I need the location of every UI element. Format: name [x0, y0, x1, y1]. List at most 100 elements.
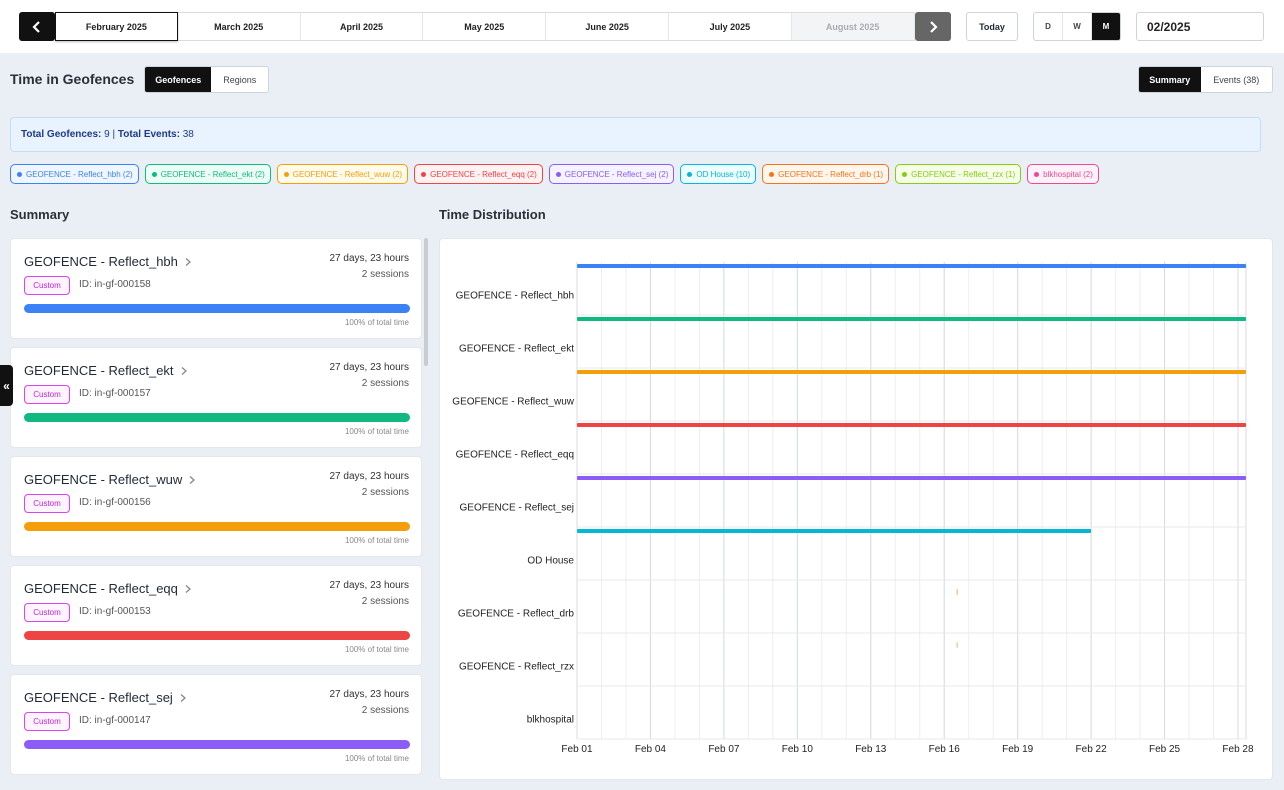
share-progress-bar	[24, 413, 410, 422]
total-geofences-label: Total Geofences:	[21, 129, 102, 140]
geofence-chip[interactable]: GEOFENCE - Reflect_sej (2)	[548, 164, 675, 184]
tab-geofences[interactable]: Geofences	[145, 67, 212, 92]
y-category-label: GEOFENCE - Reflect_eqq	[456, 450, 574, 461]
geofence-chip[interactable]: GEOFENCE - Reflect_eqq (2)	[414, 164, 543, 184]
geofence-summary-card[interactable]: GEOFENCE - Reflect_ekt Custom ID: in-gf-00…	[10, 347, 422, 448]
card-name-text: GEOFENCE - Reflect_sej	[24, 690, 173, 705]
y-category-label: GEOFENCE - Reflect_wuw	[452, 397, 574, 408]
card-duration: 27 days, 23 hours	[329, 362, 410, 373]
x-tick-label: Feb 10	[782, 744, 814, 755]
card-share-label: 100% of total time	[344, 645, 409, 654]
tab-events[interactable]: Events (38)	[1201, 67, 1272, 92]
totals-banner: Total Geofences: 9 | Total Events: 38	[10, 117, 1261, 152]
geofence-chip[interactable]: GEOFENCE - Reflect_rzx (1)	[895, 164, 1022, 184]
x-tick-label: Feb 22	[1076, 744, 1108, 755]
month-tab: August 2025	[791, 13, 915, 40]
summary-title: Summary	[10, 207, 70, 222]
timeline-bar[interactable]	[577, 476, 1246, 480]
geofence-summary-card[interactable]: GEOFENCE - Reflect_sej Custom ID: in-gf-00…	[10, 674, 422, 775]
custom-badge: Custom	[24, 385, 70, 404]
geofence-chip[interactable]: GEOFENCE - Reflect_ekt (2)	[144, 164, 271, 184]
view-mode-d[interactable]: D	[1034, 13, 1063, 40]
card-name-text: GEOFENCE - Reflect_ekt	[24, 363, 174, 378]
chip-label: GEOFENCE - Reflect_rzx (1)	[911, 169, 1016, 179]
timeline-bar[interactable]	[577, 370, 1246, 374]
chip-label: GEOFENCE - Reflect_eqq (2)	[430, 169, 537, 179]
timeline-chart-svg: Feb 01 Feb 04 Feb 07 Feb 10 Feb 13 Feb 16 Feb …	[452, 262, 1254, 755]
color-dot-icon	[151, 171, 157, 177]
collapse-panel-button[interactable]: «	[0, 365, 13, 406]
card-geofence-name[interactable]: GEOFENCE - Reflect_hbh	[24, 254, 192, 269]
total-events-label: Total Events:	[117, 129, 180, 140]
month-tab[interactable]: March 2025	[178, 13, 301, 40]
color-dot-icon	[902, 171, 908, 177]
card-duration: 27 days, 23 hours	[329, 253, 410, 264]
time-distribution-chart: Feb 01 Feb 04 Feb 07 Feb 10 Feb 13 Feb 16 Feb …	[439, 238, 1273, 780]
previous-month-button[interactable]	[19, 12, 55, 41]
custom-badge: Custom	[24, 276, 70, 295]
y-category-label: OD House	[527, 556, 574, 567]
geofence-filter-chips: GEOFENCE - Reflect_hbh (2) GEOFENCE - Ref…	[10, 164, 1099, 184]
summary-scrollbar[interactable]	[424, 238, 428, 366]
timeline-bar[interactable]	[956, 642, 958, 648]
x-tick-label: Feb 13	[855, 744, 887, 755]
chevron-right-icon	[185, 257, 191, 266]
page-title: Time in Geofences	[10, 71, 135, 87]
card-geofence-id: ID: in-gf-000147	[79, 715, 151, 726]
card-duration: 27 days, 23 hours	[329, 689, 410, 700]
tab-summary[interactable]: Summary	[1139, 67, 1201, 92]
tab-regions[interactable]: Regions	[211, 67, 268, 92]
month-tab[interactable]: June 2025	[546, 13, 669, 40]
color-dot-icon	[421, 171, 427, 177]
geofence-chip[interactable]: GEOFENCE - Reflect_drb (1)	[762, 164, 890, 184]
color-dot-icon	[769, 171, 775, 177]
card-geofence-id: ID: in-gf-000156	[79, 497, 151, 508]
card-geofence-name[interactable]: GEOFENCE - Reflect_eqq	[24, 581, 192, 596]
share-progress-bar	[24, 740, 410, 749]
total-geofences-value: 9	[104, 129, 110, 140]
card-name-text: GEOFENCE - Reflect_hbh	[24, 254, 178, 269]
geofence-chip[interactable]: OD House (10)	[680, 164, 757, 184]
y-category-label: GEOFENCE - Reflect_ekt	[459, 344, 574, 355]
view-mode-toggle: DWM	[1033, 12, 1121, 41]
today-button[interactable]: Today	[966, 12, 1018, 41]
card-geofence-id: ID: in-gf-000157	[79, 388, 151, 399]
timeline-bar[interactable]	[577, 423, 1246, 427]
custom-badge: Custom	[24, 494, 70, 513]
card-geofence-name[interactable]: GEOFENCE - Reflect_ekt	[24, 363, 188, 378]
card-share-label: 100% of total time	[344, 536, 409, 545]
card-sessions: 2 sessions	[361, 269, 409, 280]
geofence-chip[interactable]: GEOFENCE - Reflect_wuw (2)	[276, 164, 409, 184]
y-category-label: blkhospital	[527, 715, 574, 726]
chevron-right-icon	[185, 584, 191, 593]
geofence-chip[interactable]: GEOFENCE - Reflect_hbh (2)	[10, 164, 139, 184]
geofence-summary-card[interactable]: GEOFENCE - Reflect_eqq Custom ID: in-gf-00…	[10, 565, 422, 666]
timeline-bar[interactable]	[577, 529, 1092, 533]
timeline-bar[interactable]	[956, 589, 958, 595]
chip-label: GEOFENCE - Reflect_hbh (2)	[26, 169, 133, 179]
card-sessions: 2 sessions	[361, 596, 409, 607]
geofence-chip[interactable]: blkhospital (2)	[1027, 164, 1099, 184]
color-dot-icon	[555, 171, 561, 177]
view-mode-m[interactable]: M	[1092, 13, 1120, 40]
x-tick-label: Feb 16	[929, 744, 961, 755]
geofence-summary-card[interactable]: GEOFENCE - Reflect_hbh Custom ID: in-gf-00…	[10, 238, 422, 339]
month-tab[interactable]: July 2025	[669, 13, 792, 40]
custom-badge: Custom	[24, 712, 70, 731]
month-tab[interactable]: April 2025	[301, 13, 424, 40]
card-geofence-name[interactable]: GEOFENCE - Reflect_wuw	[24, 472, 196, 487]
timeline-bar[interactable]	[577, 317, 1246, 321]
month-picker-input[interactable]: 02/2025	[1136, 12, 1264, 41]
month-tab[interactable]: February 2025	[55, 12, 178, 41]
geofence-summary-card[interactable]: GEOFENCE - Reflect_wuw Custom ID: in-gf-00…	[10, 456, 422, 557]
x-tick-label: Feb 07	[708, 744, 740, 755]
x-tick-label: Feb 01	[561, 744, 593, 755]
time-distribution-title: Time Distribution	[439, 207, 546, 222]
totals-separator: |	[112, 129, 116, 140]
timeline-bar[interactable]	[577, 264, 1246, 268]
card-geofence-name[interactable]: GEOFENCE - Reflect_sej	[24, 690, 187, 705]
month-tab[interactable]: May 2025	[423, 13, 547, 40]
next-month-button[interactable]	[915, 12, 951, 41]
card-duration: 27 days, 23 hours	[329, 471, 410, 482]
view-mode-w[interactable]: W	[1063, 13, 1092, 40]
